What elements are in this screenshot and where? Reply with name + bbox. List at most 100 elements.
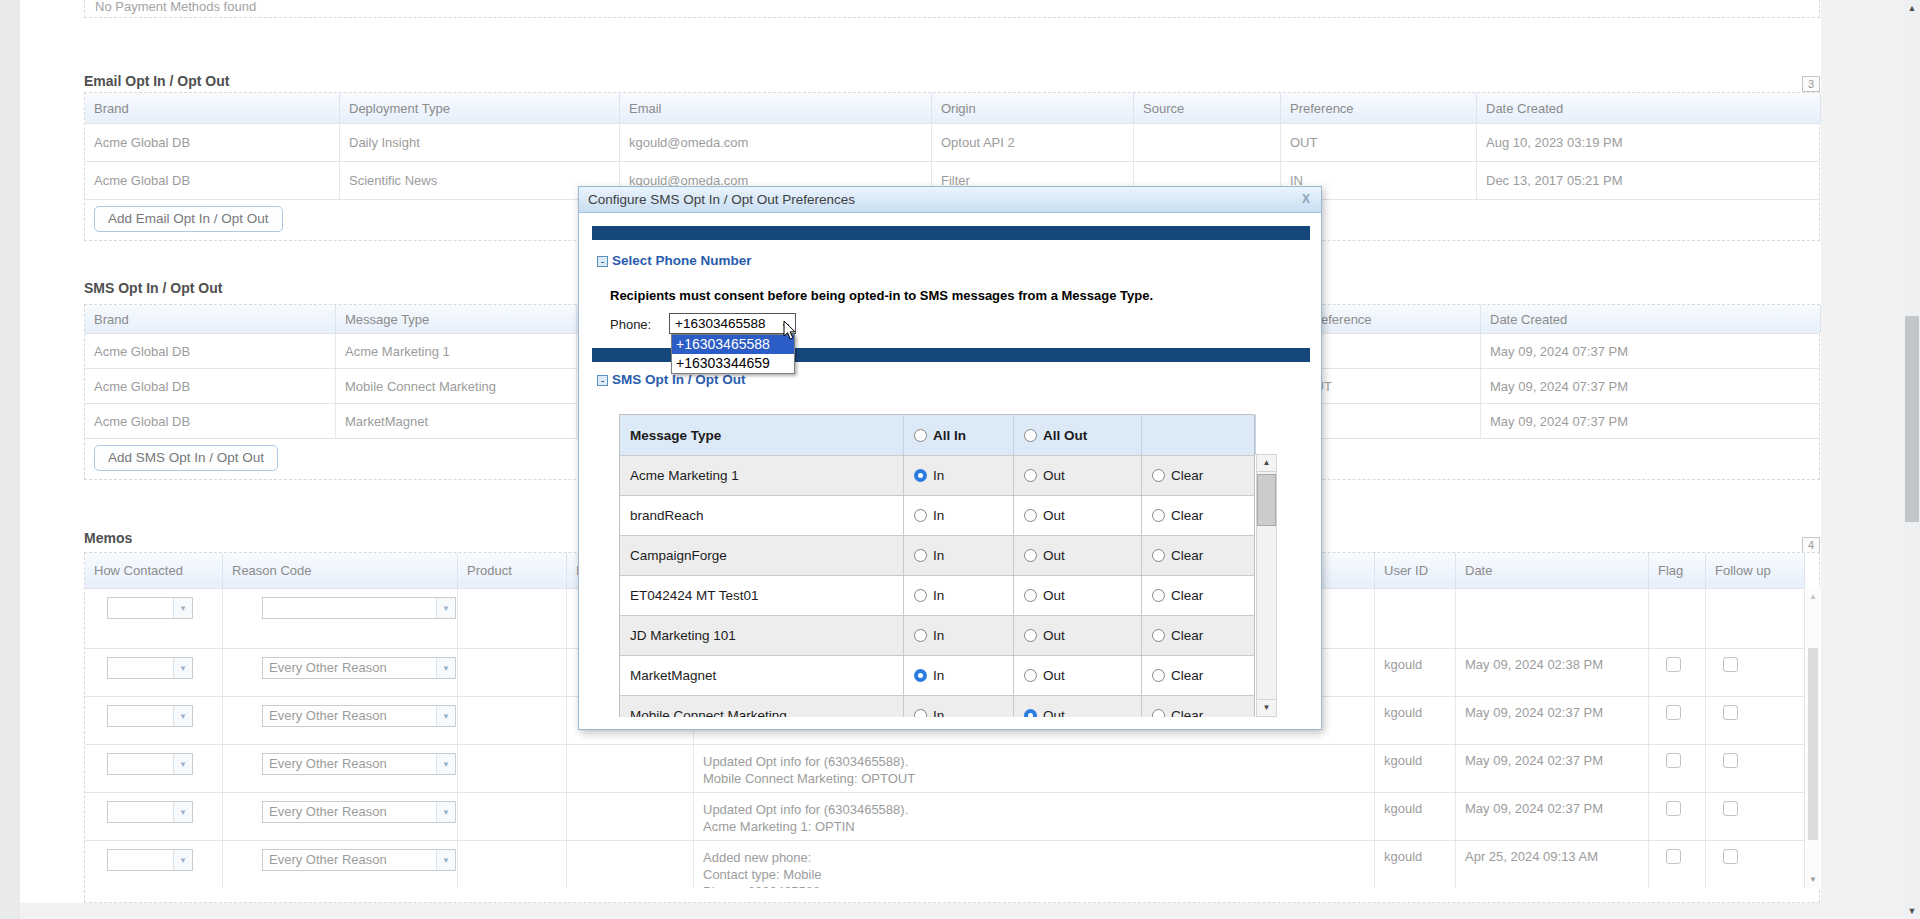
dialog-col-header: All Out bbox=[1014, 415, 1142, 455]
all-radio[interactable] bbox=[914, 429, 927, 442]
followup-checkbox[interactable] bbox=[1723, 657, 1738, 672]
flag-checkbox[interactable] bbox=[1666, 705, 1681, 720]
message-type-row: CampaignForgeInOutClear bbox=[620, 535, 1254, 575]
reason-code-select[interactable]: Every Other Reason▼ bbox=[262, 849, 456, 871]
sms-cell: OPTOUT bbox=[1299, 369, 1481, 403]
dialog-table-scrollbar[interactable]: ▲ ▼ bbox=[1256, 454, 1277, 717]
clear-radio[interactable] bbox=[1152, 509, 1165, 522]
reason-code-select[interactable]: Every Other Reason▼ bbox=[262, 657, 456, 679]
followup-checkbox[interactable] bbox=[1723, 849, 1738, 864]
out-radio[interactable] bbox=[1024, 469, 1037, 482]
reason-code-select[interactable]: Every Other Reason▼ bbox=[262, 753, 456, 775]
phone-option[interactable]: +16303344659 bbox=[672, 354, 794, 373]
sms-cell-text: May 09, 2024 07:37 PM bbox=[1490, 344, 1628, 359]
flag-checkbox[interactable] bbox=[1666, 849, 1681, 864]
email-cell bbox=[1134, 124, 1281, 161]
in-radio[interactable] bbox=[914, 509, 927, 522]
in-radio[interactable] bbox=[914, 549, 927, 562]
email-cell: kgould@omeda.com bbox=[620, 124, 932, 161]
flag-checkbox[interactable] bbox=[1666, 801, 1681, 816]
dialog-close-icon[interactable]: X bbox=[1302, 192, 1310, 206]
in-radio[interactable] bbox=[914, 709, 927, 717]
out-radio[interactable] bbox=[1024, 589, 1037, 602]
out-radio[interactable] bbox=[1024, 669, 1037, 682]
sms-add-button[interactable]: Add SMS Opt In / Opt Out bbox=[94, 445, 278, 471]
out-cell: Out bbox=[1014, 576, 1142, 615]
out-radio[interactable] bbox=[1024, 549, 1037, 562]
memo-cell bbox=[458, 589, 567, 648]
flag-checkbox[interactable] bbox=[1666, 753, 1681, 768]
dialog-scroll-up-icon[interactable]: ▲ bbox=[1257, 455, 1276, 472]
how-contacted-select[interactable]: ▼ bbox=[107, 849, 193, 871]
email-cell-text: Aug 10, 2023 03:19 PM bbox=[1486, 135, 1623, 150]
email-add-button[interactable]: Add Email Opt In / Opt Out bbox=[94, 206, 283, 232]
radio-label: Out bbox=[1043, 708, 1065, 717]
reason-code-select[interactable]: ▼ bbox=[262, 597, 456, 619]
in-radio[interactable] bbox=[914, 669, 927, 682]
reason-code-select[interactable]: Every Other Reason▼ bbox=[262, 801, 456, 823]
message-type-row: JD Marketing 101InOutClear bbox=[620, 615, 1254, 655]
memos-count-badge: 4 bbox=[1802, 537, 1820, 553]
page-scroll-down-icon[interactable]: ▼ bbox=[1904, 906, 1920, 916]
sms-cell: Acme Global DB bbox=[85, 404, 336, 438]
sms-cell: Acme Marketing 1 bbox=[336, 334, 577, 368]
memo-cell: kgould bbox=[1375, 697, 1456, 744]
reason-code-select[interactable]: Every Other Reason▼ bbox=[262, 705, 456, 727]
memo-cell: Updated Opt info for (6303465588).Mobile… bbox=[694, 745, 1375, 792]
dialog-scroll-thumb[interactable] bbox=[1257, 474, 1276, 526]
how-contacted-select[interactable]: ▼ bbox=[107, 597, 193, 619]
in-radio[interactable] bbox=[914, 589, 927, 602]
followup-checkbox[interactable] bbox=[1723, 753, 1738, 768]
how-contacted-select[interactable]: ▼ bbox=[107, 801, 193, 823]
memo-line: Phone: 6303465588 bbox=[703, 883, 822, 888]
clear-radio[interactable] bbox=[1152, 469, 1165, 482]
memo-cell: May 09, 2024 02:38 PM bbox=[1456, 649, 1649, 696]
memo-cell bbox=[1706, 589, 1805, 648]
clear-radio[interactable] bbox=[1152, 549, 1165, 562]
collapse-icon-phone[interactable]: - bbox=[597, 256, 608, 267]
page-scroll-up-icon[interactable]: ▲ bbox=[1904, 3, 1920, 13]
phone-option[interactable]: +16303465588 bbox=[672, 335, 794, 354]
in-radio[interactable] bbox=[914, 469, 927, 482]
out-radio[interactable] bbox=[1024, 509, 1037, 522]
dialog-scroll-down-icon[interactable]: ▼ bbox=[1257, 699, 1276, 716]
flag-checkbox[interactable] bbox=[1666, 657, 1681, 672]
memos-scrollbar[interactable]: ▲ ▼ bbox=[1804, 588, 1820, 888]
select-value: Every Other Reason bbox=[263, 658, 436, 678]
in-radio[interactable] bbox=[914, 629, 927, 642]
select-value bbox=[108, 598, 173, 618]
sms-col-header: Message Type bbox=[336, 305, 577, 333]
how-contacted-select[interactable]: ▼ bbox=[107, 705, 193, 727]
memos-scroll-up-icon[interactable]: ▲ bbox=[1805, 592, 1821, 601]
out-radio[interactable] bbox=[1024, 629, 1037, 642]
email-optin-title: Email Opt In / Opt Out bbox=[84, 73, 229, 89]
out-radio[interactable] bbox=[1024, 709, 1037, 717]
memo-line: Added new phone: bbox=[703, 849, 822, 866]
memo-cell: ▼ bbox=[85, 841, 223, 888]
clear-radio[interactable] bbox=[1152, 629, 1165, 642]
clear-radio[interactable] bbox=[1152, 589, 1165, 602]
radio-label: Out bbox=[1043, 628, 1065, 643]
memos-scroll-thumb[interactable] bbox=[1808, 648, 1818, 840]
email-cell-text: Optout API 2 bbox=[941, 135, 1015, 150]
radio-label: Out bbox=[1043, 508, 1065, 523]
how-contacted-select[interactable]: ▼ bbox=[107, 753, 193, 775]
clear-radio[interactable] bbox=[1152, 669, 1165, 682]
how-contacted-select[interactable]: ▼ bbox=[107, 657, 193, 679]
followup-checkbox[interactable] bbox=[1723, 705, 1738, 720]
phone-select[interactable]: +16303465588▼ bbox=[669, 313, 796, 334]
select-value bbox=[108, 802, 173, 822]
sms-cell-text: Acme Global DB bbox=[94, 414, 190, 429]
select-value bbox=[108, 754, 173, 774]
memo-text: Updated Opt info for (6303465588).Mobile… bbox=[703, 753, 915, 787]
all-radio[interactable] bbox=[1024, 429, 1037, 442]
message-type-row: Mobile Connect MarketingInOutClear bbox=[620, 695, 1254, 717]
collapse-icon-sms[interactable]: - bbox=[597, 375, 608, 386]
message-type-name: Mobile Connect Marketing bbox=[620, 696, 904, 717]
page-scrollbar[interactable]: ▲ ▼ bbox=[1904, 0, 1920, 919]
message-type-name: MarketMagnet bbox=[620, 656, 904, 695]
clear-radio[interactable] bbox=[1152, 709, 1165, 717]
page-scroll-thumb[interactable] bbox=[1905, 316, 1919, 522]
followup-checkbox[interactable] bbox=[1723, 801, 1738, 816]
memos-scroll-down-icon[interactable]: ▼ bbox=[1805, 875, 1821, 884]
